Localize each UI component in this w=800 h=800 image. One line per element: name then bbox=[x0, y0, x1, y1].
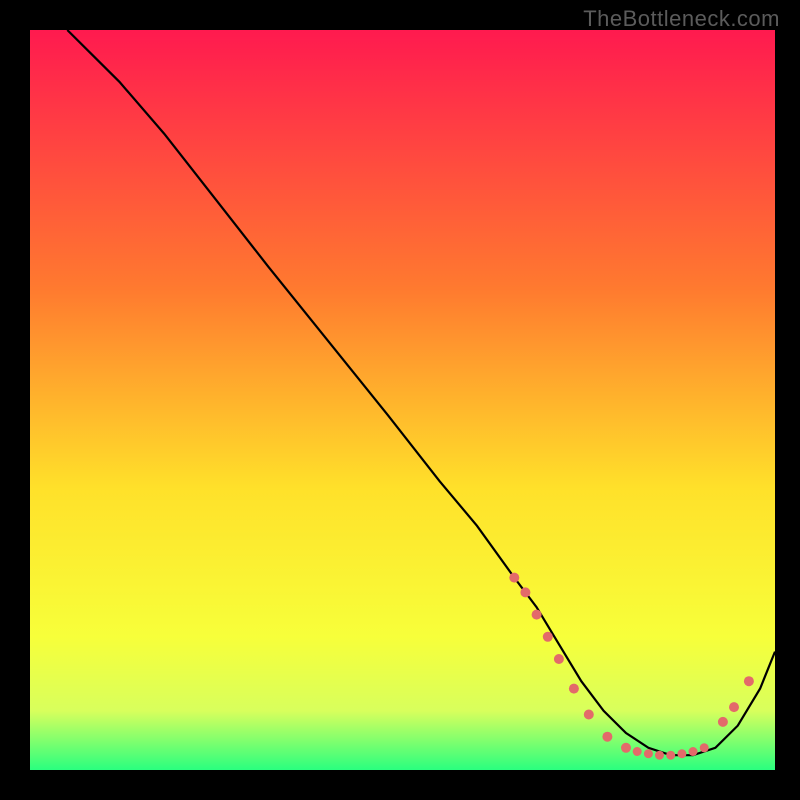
data-point bbox=[689, 747, 698, 756]
data-point bbox=[718, 717, 728, 727]
data-point bbox=[729, 702, 739, 712]
watermark-label: TheBottleneck.com bbox=[583, 6, 780, 32]
data-point bbox=[655, 751, 664, 760]
data-point bbox=[744, 676, 754, 686]
data-point bbox=[554, 654, 564, 664]
bottleneck-curve-chart bbox=[0, 0, 800, 800]
data-point bbox=[677, 749, 686, 758]
data-point bbox=[644, 749, 653, 758]
data-point bbox=[520, 587, 530, 597]
data-point bbox=[584, 710, 594, 720]
plot-background bbox=[30, 30, 775, 770]
data-point bbox=[532, 610, 542, 620]
data-point bbox=[633, 747, 642, 756]
data-point bbox=[509, 573, 519, 583]
chart-frame: TheBottleneck.com bbox=[0, 0, 800, 800]
data-point bbox=[602, 732, 612, 742]
data-point bbox=[543, 632, 553, 642]
data-point bbox=[700, 743, 709, 752]
data-point bbox=[666, 751, 675, 760]
data-point bbox=[569, 684, 579, 694]
data-point bbox=[621, 743, 631, 753]
